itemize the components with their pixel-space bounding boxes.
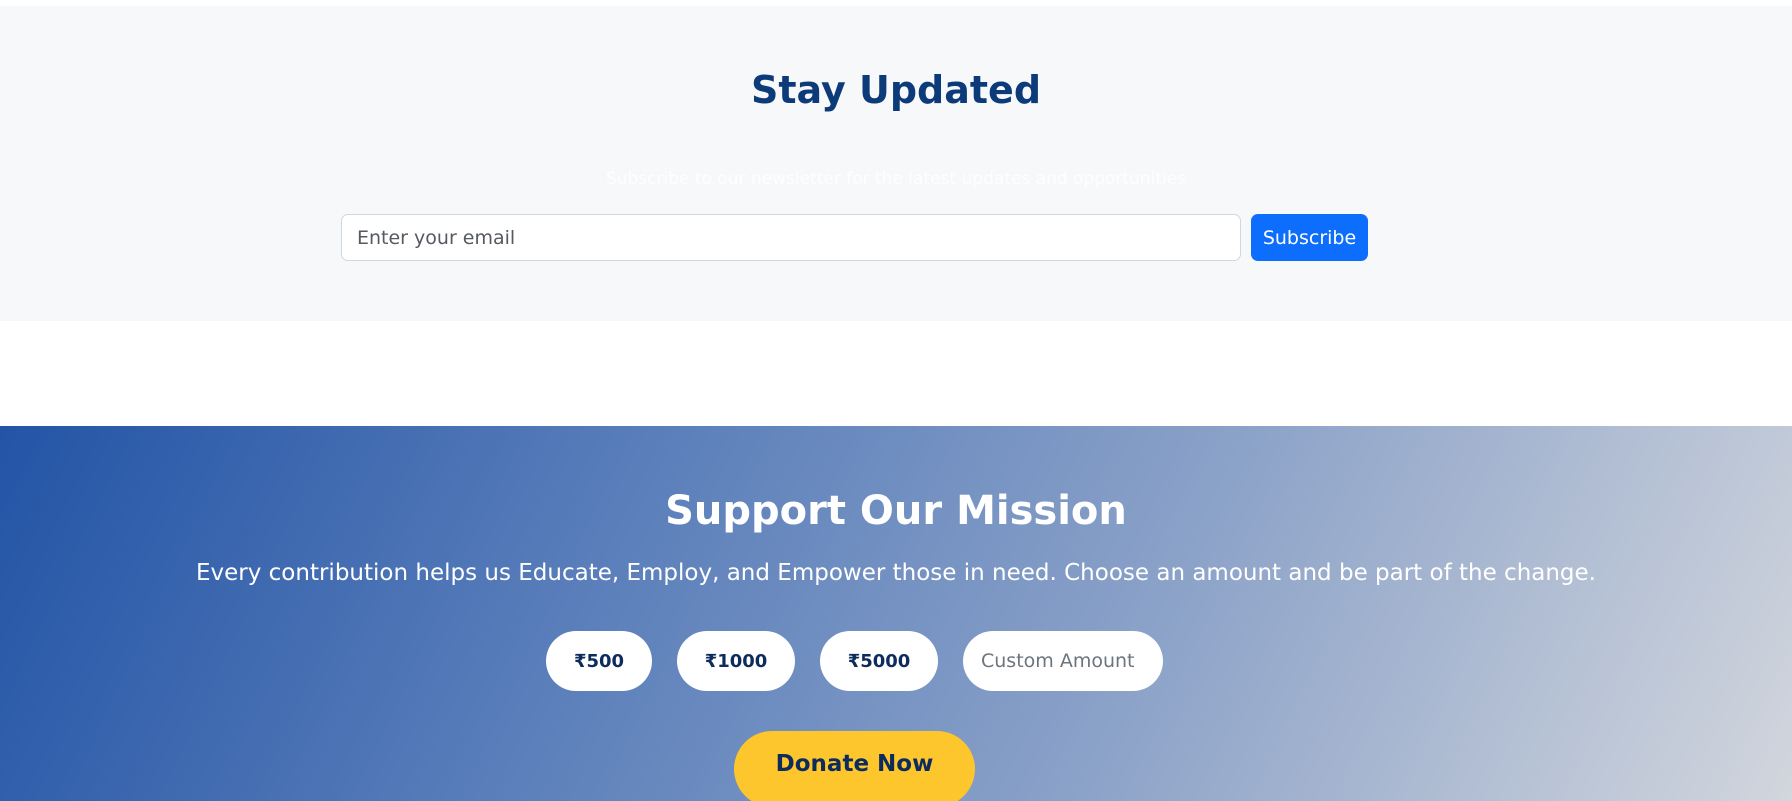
- amount-options: ₹500 ₹1000 ₹5000: [0, 631, 1792, 691]
- donation-title: Support Our Mission: [665, 488, 1127, 534]
- subscribe-button[interactable]: Subscribe: [1251, 214, 1368, 261]
- amount-500-button[interactable]: ₹500: [546, 631, 652, 691]
- email-input[interactable]: [341, 214, 1241, 261]
- custom-amount-input[interactable]: [963, 631, 1163, 691]
- page: Stay Updated Subscribe to our newsletter…: [0, 0, 1792, 801]
- newsletter-section: Stay Updated Subscribe to our newsletter…: [0, 6, 1792, 321]
- amount-1000-button[interactable]: ₹1000: [677, 631, 795, 691]
- newsletter-title: Stay Updated: [750, 68, 1042, 112]
- amount-5000-button[interactable]: ₹5000: [820, 631, 938, 691]
- newsletter-subtitle: Subscribe to our newsletter for the late…: [605, 169, 1187, 189]
- donation-section: Support Our Mission Every contribution h…: [0, 426, 1792, 801]
- donate-now-button[interactable]: Donate Now: [734, 731, 975, 801]
- donation-description: Every contribution helps us Educate, Emp…: [195, 560, 1596, 586]
